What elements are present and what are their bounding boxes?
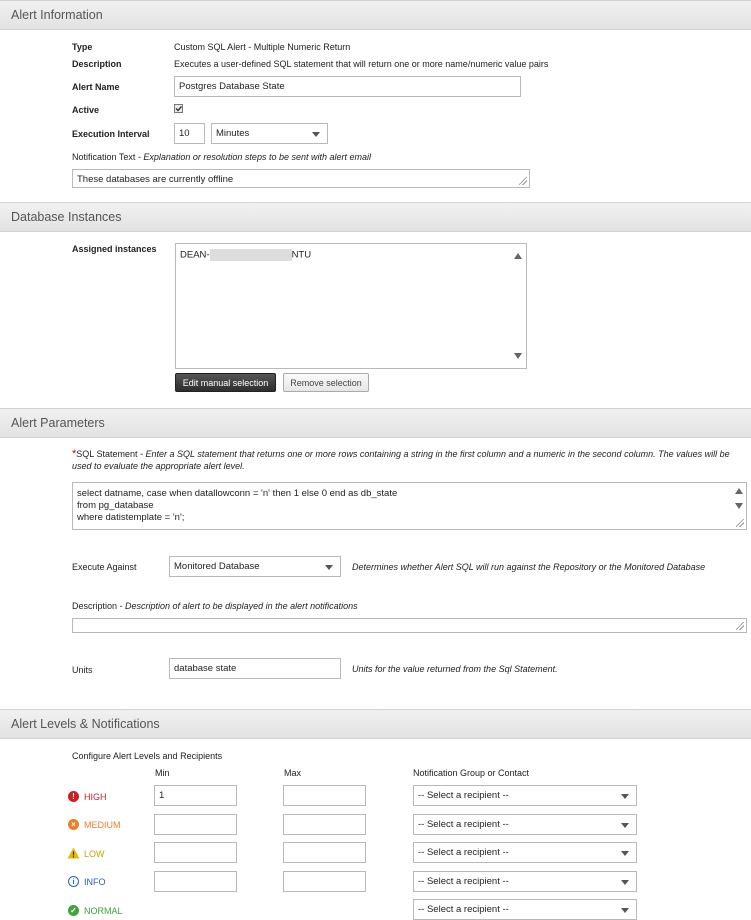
resize-handle-icon[interactable]	[736, 519, 744, 527]
chevron-down-icon	[621, 823, 629, 828]
instance-item[interactable]: DEAN- NTU	[180, 249, 311, 261]
chevron-down-icon	[312, 132, 320, 137]
execute-against-hint: Determines whether Alert SQL will run ag…	[352, 562, 706, 572]
level-label-medium: MEDIUM	[84, 820, 121, 830]
level-label-high: HIGH	[84, 792, 107, 802]
sql-statement-textarea[interactable]: select datname, case when datallowconn =…	[72, 482, 747, 530]
assigned-instances-label: Assigned instances	[72, 244, 157, 254]
sql-line: where datistemplate = 'n';	[77, 512, 185, 523]
execute-against-select[interactable]: Monitored Database	[169, 556, 341, 577]
chevron-down-icon	[621, 794, 629, 799]
level-label-info: INFO	[84, 877, 106, 887]
execute-against-value: Monitored Database	[174, 561, 260, 572]
info-icon: i	[68, 876, 79, 887]
medium-alert-icon: ×	[68, 819, 79, 830]
assigned-instances-list[interactable]: DEAN- NTU	[175, 243, 527, 369]
section-header-alert-levels: Alert Levels & Notifications	[0, 709, 751, 739]
sql-line: from pg_database	[77, 500, 154, 511]
alert-name-label: Alert Name	[72, 82, 120, 92]
recipient-select-value: -- Select a recipient --	[418, 819, 509, 830]
section-header-alert-parameters: Alert Parameters	[0, 408, 751, 438]
execution-interval-input[interactable]: 10	[174, 123, 205, 144]
section-header-database-instances: Database Instances	[0, 202, 751, 232]
recipient-select-value: -- Select a recipient --	[418, 790, 509, 801]
notification-text-value: These databases are currently offline	[77, 174, 234, 185]
high-max-input[interactable]	[283, 785, 366, 806]
instance-suffix: NTU	[291, 249, 312, 261]
notification-text-label: Notification Text - Explanation or resol…	[72, 152, 371, 162]
scroll-up-icon[interactable]	[514, 253, 522, 259]
col-recipient-header: Notification Group or Contact	[413, 768, 530, 778]
redacted-block	[209, 249, 292, 261]
low-max-input[interactable]	[283, 842, 366, 863]
high-alert-icon: !	[68, 791, 79, 802]
sql-statement-label: *SQL Statement - Enter a SQL statement t…	[72, 448, 732, 472]
low-recipient-select[interactable]: -- Select a recipient --	[413, 842, 637, 863]
sql-statement-hint: - Enter a SQL statement that returns one…	[72, 449, 730, 471]
level-label-low: LOW	[84, 849, 105, 859]
check-icon	[175, 106, 183, 112]
param-description-label: Description - Description of alert to be…	[72, 601, 358, 611]
edit-manual-selection-button[interactable]: Edit manual selection	[175, 373, 276, 392]
execute-against-label: Execute Against	[72, 562, 137, 572]
level-label-normal: NORMAL	[84, 906, 123, 916]
high-recipient-select[interactable]: -- Select a recipient --	[413, 785, 637, 806]
chevron-down-icon	[325, 565, 333, 570]
recipient-select-value: -- Select a recipient --	[418, 904, 509, 915]
param-description-hint: - Description of alert to be displayed i…	[117, 601, 358, 611]
sql-line: select datname, case when datallowconn =…	[77, 488, 398, 499]
low-alert-icon: !	[67, 847, 80, 859]
interval-unit-select[interactable]: Minutes	[211, 123, 328, 144]
execution-interval-label: Execution Interval	[72, 129, 150, 139]
info-max-input[interactable]	[283, 871, 366, 892]
col-max-header: Max	[284, 768, 302, 778]
medium-max-input[interactable]	[283, 814, 366, 835]
notification-text-title: Notification Text	[72, 152, 136, 162]
active-checkbox[interactable]	[174, 104, 183, 113]
type-label: Type	[72, 42, 93, 52]
svg-text:!: !	[72, 851, 75, 860]
instance-prefix: DEAN-	[180, 249, 210, 261]
col-min-header: Min	[155, 768, 170, 778]
normal-check-icon: ✓	[68, 905, 79, 916]
medium-recipient-select[interactable]: -- Select a recipient --	[413, 814, 637, 835]
units-label: Units	[72, 665, 93, 675]
description-label: Description	[72, 59, 122, 69]
resize-handle-icon[interactable]	[736, 622, 744, 630]
medium-min-input[interactable]	[154, 814, 237, 835]
scroll-down-icon[interactable]	[735, 503, 743, 509]
param-description-title: Description	[72, 601, 118, 611]
sql-statement-title: SQL Statement	[76, 449, 138, 459]
notification-text-area[interactable]: These databases are currently offline	[72, 169, 530, 188]
alert-name-input[interactable]: Postgres Database State	[174, 76, 521, 97]
remove-selection-button[interactable]: Remove selection	[283, 373, 369, 392]
low-min-input[interactable]	[154, 842, 237, 863]
units-input[interactable]: database state	[169, 658, 341, 679]
chevron-down-icon	[621, 880, 629, 885]
chevron-down-icon	[621, 851, 629, 856]
scroll-up-icon[interactable]	[735, 488, 743, 494]
description-value: Executes a user-defined SQL statement th…	[174, 59, 549, 69]
info-recipient-select[interactable]: -- Select a recipient --	[413, 871, 637, 892]
high-min-input[interactable]: 1	[154, 785, 237, 806]
notification-text-hint: - Explanation or resolution steps to be …	[135, 152, 371, 162]
normal-recipient-select[interactable]: -- Select a recipient --	[413, 899, 637, 920]
interval-unit-value: Minutes	[216, 128, 250, 139]
configure-levels-label: Configure Alert Levels and Recipients	[72, 751, 223, 761]
section-header-alert-information: Alert Information	[0, 0, 751, 30]
chevron-down-icon	[621, 908, 629, 913]
info-min-input[interactable]	[154, 871, 237, 892]
recipient-select-value: -- Select a recipient --	[418, 847, 509, 858]
param-description-textarea[interactable]	[72, 618, 747, 633]
type-value: Custom SQL Alert - Multiple Numeric Retu…	[174, 42, 351, 52]
scroll-down-icon[interactable]	[514, 353, 522, 359]
units-hint: Units for the value returned from the Sq…	[352, 664, 558, 674]
recipient-select-value: -- Select a recipient --	[418, 876, 509, 887]
resize-handle-icon[interactable]	[519, 177, 527, 185]
active-label: Active	[72, 105, 100, 115]
